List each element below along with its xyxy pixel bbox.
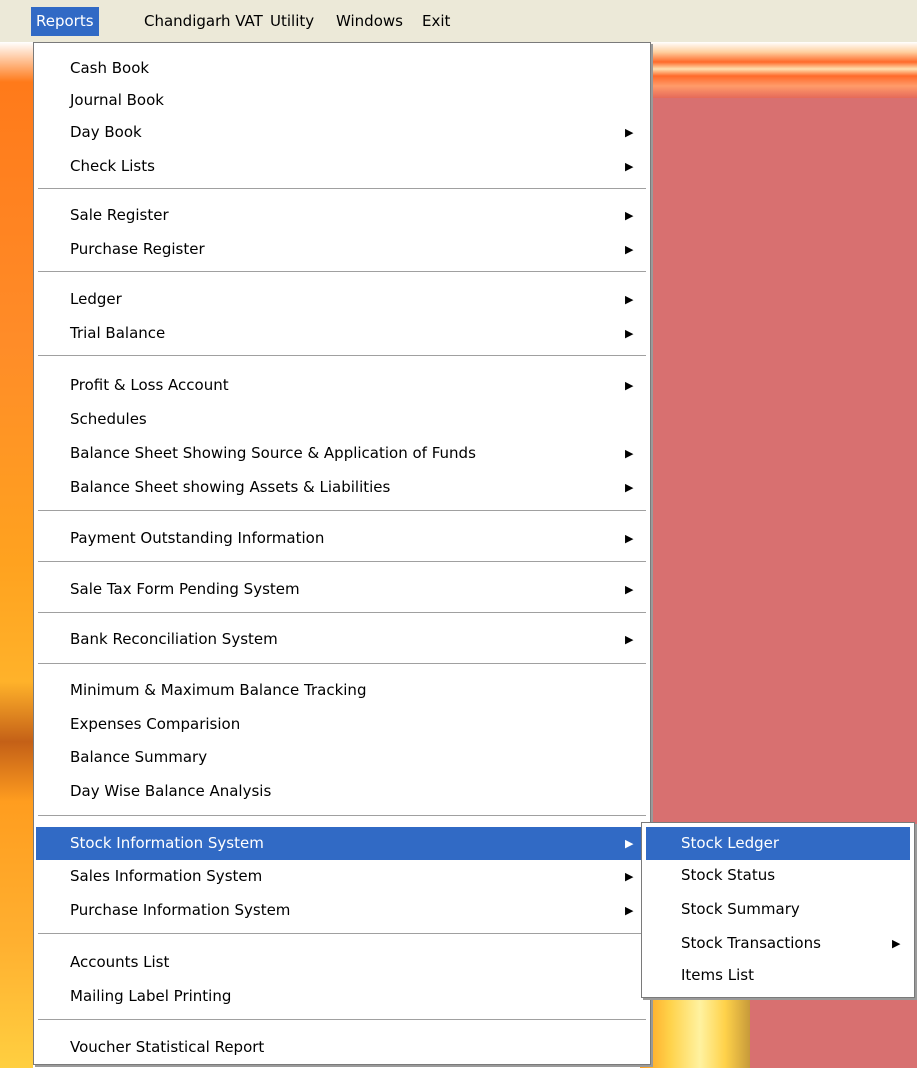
submenu-arrow-icon: ▶	[625, 243, 634, 256]
submenu-arrow-icon: ▶	[625, 837, 634, 850]
submenu-arrow-icon: ▶	[625, 327, 634, 340]
background-decor-bottom	[640, 1000, 750, 1068]
menu-item-label: Expenses Comparision	[70, 715, 241, 733]
menu-item-cash-book[interactable]: Cash Book	[36, 52, 648, 85]
background-decor-top	[649, 42, 917, 98]
menu-item-label: Stock Information System	[70, 834, 264, 852]
submenu-item-stock-transactions[interactable]: Stock Transactions ▶	[646, 927, 910, 960]
menu-item-accounts-list[interactable]: Accounts List	[36, 946, 648, 979]
submenu-arrow-icon: ▶	[625, 583, 634, 596]
submenu-item-label: Stock Summary	[681, 900, 800, 918]
menu-item-sales-information-system[interactable]: Sales Information System ▶	[36, 860, 648, 893]
menu-item-voucher-statistical-report[interactable]: Voucher Statistical Report	[36, 1031, 648, 1064]
submenu-item-stock-status[interactable]: Stock Status	[646, 859, 910, 892]
menu-separator	[38, 1019, 646, 1021]
menu-item-label: Trial Balance	[70, 324, 166, 342]
menu-item-trial-balance[interactable]: Trial Balance ▶	[36, 317, 648, 350]
submenu-arrow-icon: ▶	[625, 532, 634, 545]
menu-utility[interactable]: Utility	[265, 7, 319, 36]
menu-item-label: Bank Reconciliation System	[70, 630, 278, 648]
menu-separator	[38, 510, 646, 512]
menu-item-label: Purchase Information System	[70, 901, 291, 919]
menu-item-label: Voucher Statistical Report	[70, 1038, 265, 1056]
menu-item-label: Payment Outstanding Information	[70, 529, 325, 547]
submenu-item-stock-ledger[interactable]: Stock Ledger	[646, 827, 910, 860]
menu-item-label: Cash Book	[70, 59, 150, 77]
menu-separator	[38, 188, 646, 190]
menu-item-label: Balance Sheet Showing Source & Applicati…	[70, 444, 476, 462]
menu-item-min-max-balance-tracking[interactable]: Minimum & Maximum Balance Tracking	[36, 674, 648, 707]
submenu-arrow-icon: ▶	[625, 293, 634, 306]
submenu-item-label: Stock Ledger	[681, 834, 780, 852]
menu-item-ledger[interactable]: Ledger ▶	[36, 283, 648, 316]
menu-item-label: Sale Register	[70, 206, 169, 224]
menu-item-label: Sales Information System	[70, 867, 263, 885]
menu-item-sale-register[interactable]: Sale Register ▶	[36, 199, 648, 232]
submenu-arrow-icon: ▶	[625, 379, 634, 392]
menu-separator	[38, 933, 646, 935]
menu-item-payment-outstanding[interactable]: Payment Outstanding Information ▶	[36, 522, 648, 555]
submenu-arrow-icon: ▶	[625, 870, 634, 883]
submenu-item-items-list[interactable]: Items List	[646, 959, 910, 992]
menu-item-journal-book[interactable]: Journal Book	[36, 84, 648, 117]
menu-separator	[38, 815, 646, 817]
submenu-arrow-icon: ▶	[625, 633, 634, 646]
menu-item-label: Ledger	[70, 290, 122, 308]
menu-item-check-lists[interactable]: Check Lists ▶	[36, 150, 648, 183]
menu-item-mailing-label-printing[interactable]: Mailing Label Printing	[36, 980, 648, 1013]
menu-item-stock-information-system[interactable]: Stock Information System ▶	[36, 827, 648, 860]
menu-item-label: Purchase Register	[70, 240, 205, 258]
menu-item-label: Minimum & Maximum Balance Tracking	[70, 681, 367, 699]
menu-item-balance-sheet-source-application[interactable]: Balance Sheet Showing Source & Applicati…	[36, 437, 648, 470]
menu-item-label: Check Lists	[70, 157, 155, 175]
submenu-arrow-icon: ▶	[625, 447, 634, 460]
menu-item-label: Day Book	[70, 123, 142, 141]
menu-item-expenses-comparision[interactable]: Expenses Comparision	[36, 708, 648, 741]
menu-bar: Reports Chandigarh VAT Utility Windows E…	[0, 0, 917, 42]
stock-information-submenu: Stock Ledger Stock Status Stock Summary …	[641, 822, 915, 998]
submenu-arrow-icon: ▶	[625, 160, 634, 173]
submenu-arrow-icon: ▶	[625, 126, 634, 139]
menu-separator	[38, 612, 646, 614]
submenu-arrow-icon: ▶	[625, 904, 634, 917]
menu-item-label: Journal Book	[70, 91, 164, 109]
reports-dropdown-menu: Cash Book Journal Book Day Book ▶ Check …	[33, 42, 651, 1065]
menu-item-label: Sale Tax Form Pending System	[70, 580, 300, 598]
submenu-item-stock-summary[interactable]: Stock Summary	[646, 893, 910, 926]
menu-item-balance-sheet-assets-liabilities[interactable]: Balance Sheet showing Assets & Liabiliti…	[36, 471, 648, 504]
submenu-item-label: Items List	[681, 966, 754, 984]
menu-separator	[38, 355, 646, 357]
menu-windows[interactable]: Windows	[331, 7, 408, 36]
menu-item-label: Mailing Label Printing	[70, 987, 232, 1005]
menu-item-label: Balance Summary	[70, 748, 208, 766]
menu-exit[interactable]: Exit	[417, 7, 455, 36]
menu-item-label: Day Wise Balance Analysis	[70, 782, 272, 800]
menu-item-day-wise-balance-analysis[interactable]: Day Wise Balance Analysis	[36, 775, 648, 808]
submenu-item-label: Stock Status	[681, 866, 776, 884]
menu-item-label: Schedules	[70, 410, 147, 428]
menu-chandigarh-vat[interactable]: Chandigarh VAT	[139, 7, 268, 36]
menu-item-purchase-register[interactable]: Purchase Register ▶	[36, 233, 648, 266]
menu-item-label: Profit & Loss Account	[70, 376, 229, 394]
menu-item-purchase-information-system[interactable]: Purchase Information System ▶	[36, 894, 648, 927]
menu-separator	[38, 663, 646, 665]
submenu-arrow-icon: ▶	[625, 209, 634, 222]
menu-separator	[38, 271, 646, 273]
menu-separator	[38, 561, 646, 563]
menu-item-label: Balance Sheet showing Assets & Liabiliti…	[70, 478, 391, 496]
background-decor-left	[0, 42, 33, 1068]
menu-item-label: Accounts List	[70, 953, 170, 971]
menu-item-bank-reconciliation[interactable]: Bank Reconciliation System ▶	[36, 623, 648, 656]
submenu-item-label: Stock Transactions	[681, 934, 821, 952]
menu-item-profit-loss-account[interactable]: Profit & Loss Account ▶	[36, 369, 648, 402]
menu-item-sale-tax-form-pending[interactable]: Sale Tax Form Pending System ▶	[36, 573, 648, 606]
submenu-arrow-icon: ▶	[625, 481, 634, 494]
menu-reports[interactable]: Reports	[31, 7, 99, 36]
menu-item-day-book[interactable]: Day Book ▶	[36, 116, 648, 149]
menu-item-balance-summary[interactable]: Balance Summary	[36, 741, 648, 774]
menu-item-schedules[interactable]: Schedules	[36, 403, 648, 436]
submenu-arrow-icon: ▶	[892, 937, 901, 950]
